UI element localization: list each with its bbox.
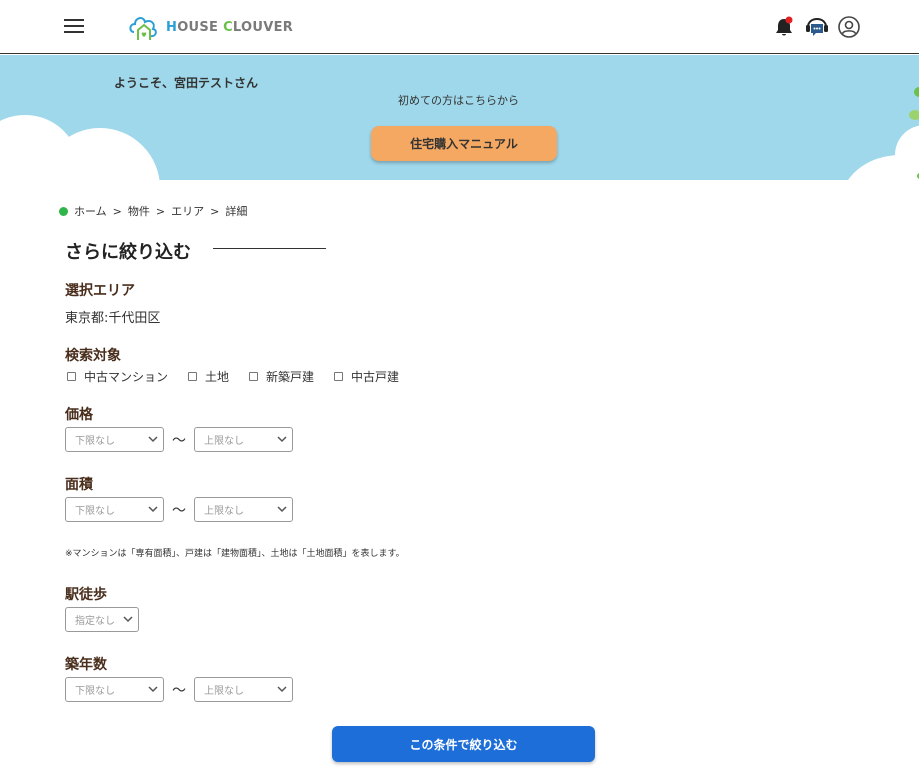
logo[interactable]: HOUSE CLOUVER bbox=[128, 12, 293, 42]
station-walk-label: 駅徒歩 bbox=[65, 587, 107, 603]
breadcrumb-property[interactable]: 物件 bbox=[128, 203, 150, 219]
breadcrumb-area[interactable]: エリア bbox=[171, 203, 204, 219]
size-min-select[interactable]: 下限なし bbox=[65, 497, 164, 522]
checkbox[interactable] bbox=[67, 372, 76, 381]
checkbox-label: 新築戸建 bbox=[266, 370, 315, 384]
size-note: ※マンションは「専有面積」、戸建は「建物面積」、土地は「土地面積」を表します。 bbox=[65, 549, 405, 559]
select-value: 上限なし bbox=[204, 436, 244, 447]
select-value: 指定なし bbox=[75, 616, 115, 627]
logo-text: HOUSE CLOUVER bbox=[166, 19, 294, 35]
age-min-select[interactable]: 下限なし bbox=[65, 677, 164, 702]
chevron-down-icon bbox=[148, 686, 158, 693]
page-title: さらに絞り込む bbox=[65, 242, 191, 263]
breadcrumb-separator: > bbox=[155, 204, 166, 218]
checkbox[interactable] bbox=[188, 372, 198, 381]
range-separator: 〜 bbox=[172, 433, 186, 449]
chevron-down-icon bbox=[277, 436, 287, 443]
chevron-down-icon bbox=[123, 616, 133, 623]
select-value: 上限なし bbox=[204, 506, 244, 517]
select-value: 下限なし bbox=[75, 686, 115, 697]
breadcrumb-detail: 詳細 bbox=[225, 205, 248, 218]
house-clover-logo-icon bbox=[129, 17, 157, 40]
chevron-down-icon bbox=[148, 506, 158, 513]
breadcrumb-separator: > bbox=[210, 204, 220, 218]
welcome-message: ようこそ、宮田テストさん bbox=[114, 76, 259, 90]
checkbox-used-house[interactable]: 中古戸建 bbox=[334, 368, 399, 385]
apply-filter-button[interactable]: この条件で絞り込む bbox=[332, 726, 595, 762]
size-max-select[interactable]: 上限なし bbox=[194, 497, 293, 522]
checkbox-label: 土地 bbox=[205, 370, 230, 384]
range-separator: 〜 bbox=[172, 503, 186, 519]
search-target-checkboxes: 中古マンション 土地 新築戸建 中古戸建 bbox=[67, 368, 419, 385]
hamburger-menu-icon[interactable] bbox=[64, 18, 84, 34]
title-divider bbox=[213, 248, 326, 249]
checkbox-label: 中古マンション bbox=[84, 370, 169, 384]
bell-icon[interactable] bbox=[772, 15, 796, 39]
user-profile-icon[interactable] bbox=[837, 15, 861, 39]
breadcrumb: ホーム > 物件 > エリア > 詳細 bbox=[59, 203, 247, 219]
checkbox-label: 中古戸建 bbox=[351, 370, 400, 384]
chevron-down-icon bbox=[277, 686, 287, 693]
chevron-down-icon bbox=[148, 436, 158, 443]
checkbox-used-mansion[interactable]: 中古マンション bbox=[67, 368, 168, 385]
breadcrumb-dot-icon bbox=[59, 206, 68, 216]
select-value: 下限なし bbox=[75, 436, 115, 447]
area-value: 東京都:千代田区 bbox=[65, 311, 161, 326]
home-buying-manual-button[interactable]: 住宅購入マニュアル bbox=[371, 126, 557, 161]
plant-decoration-icon bbox=[909, 87, 919, 179]
size-label: 面積 bbox=[65, 477, 93, 493]
select-value: 下限なし bbox=[75, 506, 115, 517]
price-max-select[interactable]: 上限なし bbox=[194, 427, 293, 452]
area-label: 選択エリア bbox=[65, 283, 135, 299]
price-min-select[interactable]: 下限なし bbox=[65, 427, 164, 452]
site-header: HOUSE CLOUVER bbox=[0, 0, 919, 54]
building-age-label: 築年数 bbox=[65, 657, 107, 673]
chat-support-icon[interactable] bbox=[805, 15, 829, 39]
checkbox[interactable] bbox=[249, 372, 259, 381]
station-walk-select[interactable]: 指定なし bbox=[65, 607, 139, 632]
select-value: 上限なし bbox=[204, 686, 244, 697]
chevron-down-icon bbox=[277, 506, 287, 513]
hero-banner: ようこそ、宮田テストさん 初めての方はこちらから 住宅購入マニュアル bbox=[0, 55, 919, 180]
search-target-label: 検索対象 bbox=[65, 348, 121, 364]
breadcrumb-home[interactable]: ホーム bbox=[74, 203, 107, 219]
checkbox-new-house[interactable]: 新築戸建 bbox=[249, 368, 314, 385]
checkbox[interactable] bbox=[334, 372, 344, 381]
range-separator: 〜 bbox=[172, 683, 186, 699]
checkbox-land[interactable]: 土地 bbox=[188, 368, 229, 385]
breadcrumb-separator: > bbox=[112, 204, 122, 218]
age-max-select[interactable]: 上限なし bbox=[194, 677, 293, 702]
first-time-guide-text: 初めての方はこちらから bbox=[398, 94, 519, 107]
price-label: 価格 bbox=[65, 407, 93, 423]
